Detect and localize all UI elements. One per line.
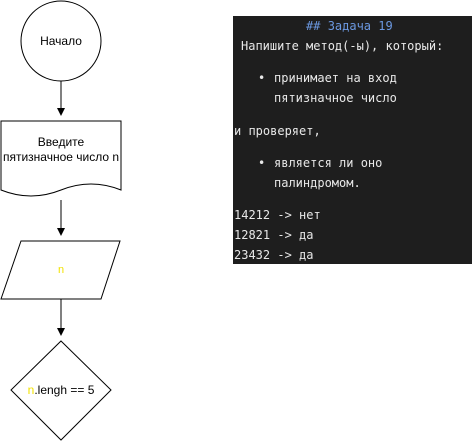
decision-label-condition: .lengh == 5 xyxy=(34,383,95,397)
note-example-1: 14212 -> нет xyxy=(234,208,321,222)
note-intro: Напишите метод(-ы), который: xyxy=(241,39,444,53)
task-note-panel: ## Задача 19 Напишите метод(-ы), который… xyxy=(233,16,472,264)
input-document-label-line2: пятизначное число n xyxy=(2,150,120,164)
bullet-dot-icon: • xyxy=(258,156,266,170)
input-document-label: Введите пятизначное число n xyxy=(1,135,121,165)
decision-label: n.lengh == 5 xyxy=(11,383,111,398)
note-middle: и проверяет, xyxy=(234,124,321,138)
note-bullet1-line2: пятизначное число xyxy=(274,91,397,105)
bullet-dot-icon: • xyxy=(258,71,266,85)
note-example-2: 12821 -> да xyxy=(234,228,314,242)
input-document-label-line1: Введите xyxy=(37,135,85,149)
note-heading-text: Задача 19 xyxy=(327,19,393,33)
note-heading: ## Задача 19 xyxy=(306,16,393,36)
note-bullet2-line1: является ли оно xyxy=(274,156,383,170)
start-label: Начало xyxy=(40,34,82,48)
note-example-3: 23432 -> да xyxy=(234,248,314,262)
note-bullet2-line2: палиндромом. xyxy=(274,176,361,190)
note-heading-marker: ## xyxy=(306,19,321,33)
data-io-label: n xyxy=(57,264,65,276)
note-bullet1-line1: принимает на вход xyxy=(274,71,397,85)
